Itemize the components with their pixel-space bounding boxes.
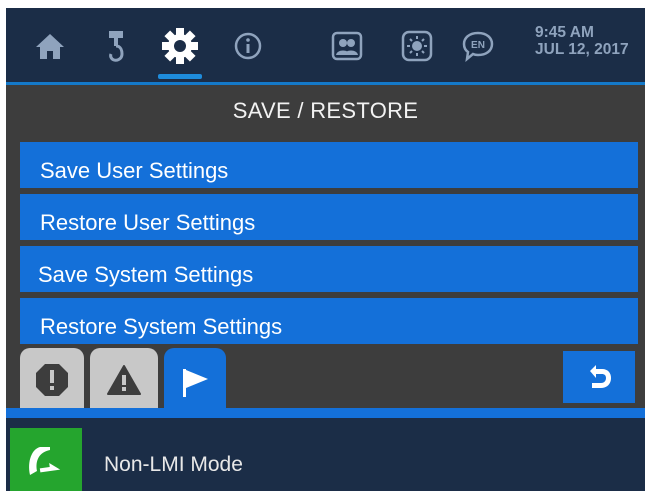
- menu-item-label: Save User Settings: [40, 158, 229, 183]
- top-navigation-bar: EN 9:45 AM JUL 12, 2017: [6, 8, 645, 85]
- header-divider: [6, 82, 645, 85]
- home-icon[interactable]: [30, 26, 70, 66]
- language-icon[interactable]: EN: [458, 26, 498, 66]
- info-icon[interactable]: [228, 26, 268, 66]
- faults-tab[interactable]: [20, 348, 84, 412]
- screen: EN 9:45 AM JUL 12, 2017 SAVE / RESTORE S…: [6, 8, 645, 491]
- active-tab-indicator: [158, 74, 202, 79]
- tab-strip: [6, 408, 645, 418]
- restore-system-settings-button[interactable]: Restore System Settings: [20, 298, 638, 344]
- back-button[interactable]: [563, 351, 635, 403]
- status-bar: Non-LMI Mode: [6, 418, 645, 491]
- non-lmi-arrow-icon: [10, 428, 82, 491]
- flag-tab-icon: [183, 369, 208, 397]
- menu-item-label: Restore System Settings: [40, 314, 283, 339]
- save-restore-menu: Save User Settings Restore User Settings…: [20, 142, 638, 350]
- brightness-icon[interactable]: [397, 26, 437, 66]
- crane-hook-icon[interactable]: [96, 26, 136, 66]
- operators-icon[interactable]: [327, 26, 367, 66]
- back-arrow-icon: [590, 365, 611, 388]
- time-text: 9:45 AM: [535, 24, 594, 41]
- menu-item-label: Restore User Settings: [40, 210, 256, 235]
- language-code: EN: [471, 40, 485, 51]
- faults-tab-icon: [36, 364, 68, 396]
- save-user-settings-button[interactable]: Save User Settings: [20, 142, 638, 188]
- gear-icon[interactable]: [160, 26, 200, 66]
- save-system-settings-button[interactable]: Save System Settings: [20, 246, 638, 292]
- restore-user-settings-button[interactable]: Restore User Settings: [20, 194, 638, 240]
- menu-item-label: Save System Settings: [38, 262, 254, 287]
- date-text: JUL 12, 2017: [535, 41, 629, 58]
- clock: 9:45 AM JUL 12, 2017: [535, 24, 645, 58]
- warnings-tab-icon: [107, 365, 141, 395]
- page-title: SAVE / RESTORE: [232, 98, 419, 123]
- mode-status-text: Non-LMI Mode: [104, 453, 243, 476]
- warnings-tab[interactable]: [90, 348, 158, 412]
